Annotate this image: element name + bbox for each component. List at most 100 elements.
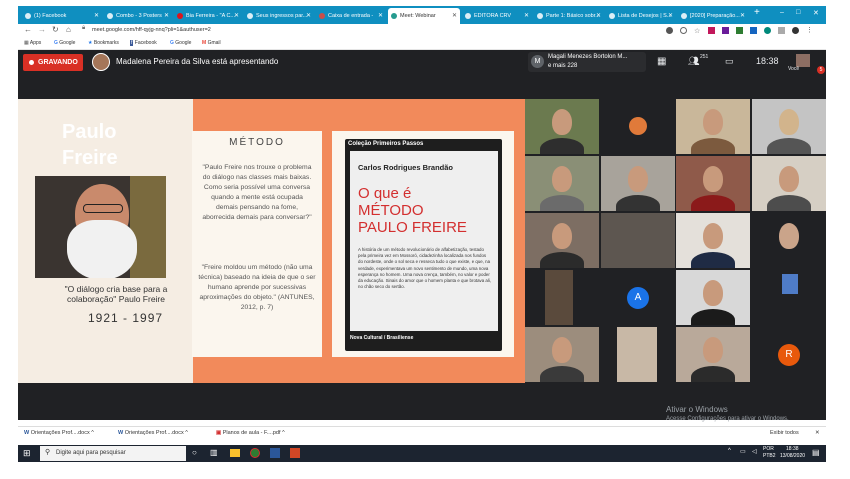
extension-icon[interactable] — [708, 27, 715, 34]
participant-tile[interactable]: A — [601, 270, 675, 325]
close-tab-icon[interactable]: ✕ — [306, 8, 311, 24]
close-tab-icon[interactable]: ✕ — [524, 8, 529, 24]
participant-chip[interactable]: M Magali Menezes Bortolon M... e mais 22… — [528, 52, 646, 72]
minimize-button[interactable]: – — [780, 9, 784, 16]
participant-tile[interactable] — [525, 99, 599, 154]
task-view-icon[interactable]: ▥ — [210, 448, 218, 457]
close-tab-icon[interactable]: ✕ — [740, 8, 745, 24]
participant-tile[interactable] — [525, 213, 599, 268]
participant-tile[interactable] — [752, 270, 826, 325]
extension-icon[interactable] — [736, 27, 743, 34]
language-indicator[interactable]: POR — [763, 446, 774, 452]
participant-tile[interactable] — [525, 327, 599, 382]
participant-tile[interactable] — [752, 156, 826, 211]
participant-tile[interactable] — [601, 213, 675, 268]
participant-tile[interactable] — [752, 213, 826, 268]
new-tab-button[interactable]: + — [754, 7, 760, 18]
cortana-icon[interactable]: ○ — [192, 448, 197, 457]
slide-quote: "O diálogo cria base para a colaboração"… — [64, 284, 168, 304]
participant-tile[interactable] — [525, 270, 599, 325]
close-tab-icon[interactable]: ✕ — [164, 8, 169, 24]
bookmark-gmail[interactable]: M Gmail — [202, 40, 221, 46]
extension-icon[interactable] — [778, 27, 785, 34]
download-item[interactable]: W Orientações Prof....docx ^ — [118, 430, 206, 440]
participant-tile[interactable] — [525, 156, 599, 211]
back-icon[interactable]: ← — [24, 25, 32, 34]
word-icon[interactable] — [270, 448, 280, 458]
extension-icon[interactable] — [764, 27, 771, 34]
participant-tile[interactable]: R — [752, 327, 826, 382]
taskbar-time[interactable]: 18:38 — [786, 446, 799, 452]
tab-ingressos[interactable]: Seus ingressos par... ✕ — [244, 8, 314, 24]
tab-gmail[interactable]: Caixa de entrada - ✕ — [316, 8, 386, 24]
tab-meet-active[interactable]: Meet: Webinar ✕ — [388, 8, 460, 24]
participant-tile[interactable] — [752, 99, 826, 154]
tab-lista-desejos[interactable]: Lista de Desejos | S... ✕ — [606, 8, 676, 24]
file-explorer-icon[interactable] — [230, 449, 240, 457]
reload-icon[interactable]: ↻ — [52, 25, 59, 34]
participant-tile[interactable] — [601, 327, 675, 382]
participant-tile[interactable] — [676, 270, 750, 325]
windows-start-icon[interactable]: ⊞ — [23, 448, 31, 459]
participant-face — [703, 165, 723, 192]
chrome-icon[interactable] — [250, 448, 260, 458]
meeting-clock: 18:38 — [756, 56, 779, 66]
participant-tile[interactable] — [676, 327, 750, 382]
tab-editora[interactable]: EDITORA CRV ✕ — [462, 8, 532, 24]
close-downloads-bar[interactable]: ✕ — [815, 430, 820, 436]
close-tab-icon[interactable]: ✕ — [596, 8, 601, 24]
taskbar-search-box[interactable]: ⚲ Digite aqui para pesquisar — [40, 446, 186, 461]
chevron-up-icon[interactable]: ^ — [185, 430, 188, 436]
close-tab-icon[interactable]: ✕ — [378, 8, 383, 24]
participant-tile[interactable] — [676, 213, 750, 268]
download-item[interactable]: ▣ Planos de aula - F....pdf ^ — [216, 430, 316, 440]
participant-tile[interactable] — [601, 99, 675, 154]
tab-label: (1) Facebook — [34, 13, 67, 19]
camera-icon[interactable] — [666, 27, 673, 34]
tab-preparacao[interactable]: [2020] Preparação... ✕ — [678, 8, 748, 24]
extension-icon[interactable] — [750, 27, 757, 34]
participant-tile[interactable] — [601, 156, 675, 211]
home-icon[interactable]: ⌂ — [66, 25, 71, 34]
chevron-up-icon[interactable]: ^ — [282, 430, 285, 436]
download-item[interactable]: W Orientações Prof....docx ^ — [24, 430, 112, 440]
people-icon[interactable]: 👥︎ — [688, 56, 699, 67]
volume-icon[interactable]: ◁ — [752, 448, 757, 455]
tab-bia-ferreira[interactable]: Bia Ferreira - "A C... ✕ — [174, 8, 242, 24]
participant-tile[interactable] — [676, 99, 750, 154]
star-icon[interactable]: ☆ — [694, 27, 700, 35]
participant-tile[interactable] — [676, 156, 750, 211]
tab-parte1[interactable]: Parte 1: Básico sobr... ✕ — [534, 8, 604, 24]
close-tab-icon[interactable]: ✕ — [668, 8, 673, 24]
show-all-downloads[interactable]: Exibir todos — [770, 430, 799, 436]
notifications-icon[interactable]: ▤ — [812, 448, 820, 457]
tab-facebook[interactable]: (1) Facebook ✕ — [22, 8, 102, 24]
close-window-button[interactable]: ✕ — [813, 9, 819, 17]
close-tab-icon[interactable]: ✕ — [234, 8, 239, 24]
forward-icon[interactable]: → — [38, 25, 46, 34]
bookmark-bookmarks[interactable]: ★ Bookmarks — [88, 40, 119, 46]
chevron-up-icon[interactable]: ^ — [91, 430, 94, 436]
close-tab-icon[interactable]: ✕ — [452, 8, 457, 24]
chat-icon[interactable]: ▭ — [725, 56, 734, 67]
taskbar-date[interactable]: 13/08/2020 — [780, 453, 805, 459]
bookmark-label: Apps — [29, 40, 42, 46]
powerpoint-icon[interactable] — [290, 448, 300, 458]
more-icon[interactable]: ⋮ — [806, 26, 813, 34]
close-tab-icon[interactable]: ✕ — [94, 8, 99, 24]
extension-icon[interactable] — [722, 27, 729, 34]
tab-combo[interactable]: Combo - 3 Posters ✕ — [104, 8, 172, 24]
url-field[interactable]: meet.google.com/hff-qyjg-nnq?pli=1&authu… — [92, 27, 211, 33]
keyboard-layout-indicator[interactable]: PTB2 — [763, 453, 776, 459]
bookmark-google[interactable]: G Google — [54, 40, 75, 46]
bookmark-facebook[interactable]: f Facebook — [130, 40, 157, 46]
profile-avatar[interactable] — [792, 27, 799, 34]
maximize-button[interactable]: □ — [796, 9, 800, 16]
network-icon[interactable]: ▭ — [740, 448, 746, 455]
participant-face — [779, 108, 799, 135]
search-icon[interactable] — [680, 27, 687, 34]
tray-chevron-icon[interactable]: ^ — [728, 448, 731, 454]
layout-icon[interactable]: ▦ — [657, 56, 666, 67]
bookmark-apps[interactable]: ▦ Apps — [24, 40, 41, 46]
bookmark-google-2[interactable]: G Google — [170, 40, 191, 46]
